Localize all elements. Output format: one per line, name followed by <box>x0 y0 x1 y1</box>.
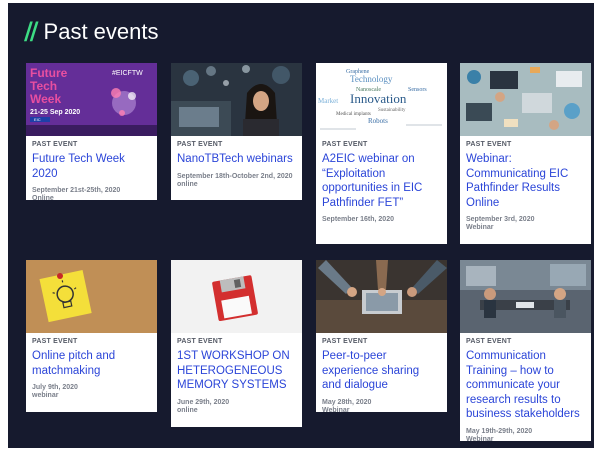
future-tech-week-image: Future Tech Week 21-25 Sep 2020 EIC #EIC… <box>26 63 157 136</box>
event-tag: PAST EVENT <box>32 338 151 345</box>
event-tag: PAST EVENT <box>177 141 296 148</box>
event-card-future-tech-week[interactable]: Future Tech Week 21-25 Sep 2020 EIC #EIC… <box>26 63 157 200</box>
thumb-line3: Week <box>30 92 61 106</box>
event-title-link[interactable]: Online pitch and matchmaking <box>32 349 151 378</box>
event-card-peer-to-peer[interactable]: PAST EVENT Peer-to-peer experience shari… <box>316 260 447 412</box>
page-title: Past events <box>44 19 159 45</box>
word-cloud-image: Graphene Technology Nanoscale Sensors In… <box>316 63 447 136</box>
floppy-disk-image <box>171 260 302 333</box>
woman-with-lights-image <box>171 63 302 136</box>
thumb-line2: Tech <box>30 79 57 93</box>
cloud-word: Medical implants <box>336 112 371 117</box>
event-card-a2eic-webinar[interactable]: Graphene Technology Nanoscale Sensors In… <box>316 63 447 244</box>
event-tag: PAST EVENT <box>466 338 585 345</box>
event-location: Online <box>32 195 151 202</box>
event-title-link[interactable]: Future Tech Week 2020 <box>32 152 151 181</box>
event-tag: PAST EVENT <box>466 141 585 148</box>
thumb-badge: EIC <box>34 117 41 122</box>
event-date: June 29th, 2020 <box>177 399 296 406</box>
event-date: July 9th, 2020 <box>32 384 151 391</box>
event-location: Webinar <box>466 436 585 443</box>
event-title-link[interactable]: NanoTBTech webinars <box>177 152 296 167</box>
event-date: September 16th, 2020 <box>322 216 441 223</box>
cloud-word: Sensors <box>408 87 427 93</box>
event-tag: PAST EVENT <box>322 141 441 148</box>
cloud-word: Technology <box>350 74 393 84</box>
event-location: online <box>177 181 296 188</box>
event-location: online <box>177 407 296 414</box>
thumb-hashtag: #EICFTW <box>112 70 143 77</box>
thumb-line1: Future <box>30 66 68 80</box>
event-thumbnail[interactable] <box>460 260 591 333</box>
cloud-word: Sustainability <box>378 108 406 113</box>
event-title-link[interactable]: Webinar: Communicating EIC Pathfinder Re… <box>466 152 585 210</box>
event-thumbnail[interactable] <box>26 260 157 333</box>
event-title-link[interactable]: Communication Training – how to communic… <box>466 349 585 422</box>
slashes-icon: // <box>24 17 36 45</box>
event-date: May 19th-29th, 2020 <box>466 428 585 435</box>
sticky-note-lightbulb-image <box>26 260 157 333</box>
cloud-word: Market <box>318 97 338 105</box>
event-date: September 3rd, 2020 <box>466 216 585 223</box>
event-thumbnail[interactable]: Future Tech Week 21-25 Sep 2020 EIC #EIC… <box>26 63 157 136</box>
thumb-dates: 21-25 Sep 2020 <box>30 109 80 116</box>
event-card-communication-training[interactable]: PAST EVENT Communication Training – how … <box>460 260 591 441</box>
event-date: September 21st-25th, 2020 <box>32 187 151 194</box>
event-tag: PAST EVENT <box>322 338 441 345</box>
event-thumbnail[interactable] <box>316 260 447 333</box>
event-thumbnail[interactable] <box>460 63 591 136</box>
event-tag: PAST EVENT <box>32 141 151 148</box>
cloud-word: Robots <box>368 117 388 125</box>
event-thumbnail[interactable]: Graphene Technology Nanoscale Sensors In… <box>316 63 447 136</box>
event-card-online-pitch[interactable]: PAST EVENT Online pitch and matchmaking … <box>26 260 157 412</box>
hands-on-laptop-image <box>316 260 447 333</box>
office-meeting-image <box>460 260 591 333</box>
event-location: Webinar <box>322 407 441 414</box>
event-card-workshop-memory[interactable]: PAST EVENT 1ST WORKSHOP ON HETEROGENEOUS… <box>171 260 302 427</box>
event-date: September 18th-October 2nd, 2020 <box>177 173 296 180</box>
event-date: May 28th, 2020 <box>322 399 441 406</box>
event-title-link[interactable]: A2EIC webinar on “Exploitation opportuni… <box>322 152 441 210</box>
cloud-word: Innovation <box>350 91 407 106</box>
event-location: Webinar <box>466 224 585 231</box>
event-title-link[interactable]: 1ST WORKSHOP ON HETEROGENEOUS MEMORY SYS… <box>177 349 296 393</box>
event-card-nanotbtech[interactable]: PAST EVENT NanoTBTech webinars September… <box>171 63 302 200</box>
past-events-panel: // Past events Future Tech Week 21-25 Se… <box>8 3 594 448</box>
event-title-link[interactable]: Peer-to-peer experience sharing and dial… <box>322 349 441 393</box>
event-tag: PAST EVENT <box>177 338 296 345</box>
event-card-communicating-eic[interactable]: PAST EVENT Webinar: Communicating EIC Pa… <box>460 63 591 244</box>
event-thumbnail[interactable] <box>171 260 302 333</box>
event-location: webinar <box>32 392 151 399</box>
event-thumbnail[interactable] <box>171 63 302 136</box>
section-heading: // Past events <box>24 17 158 45</box>
team-laptops-image <box>460 63 591 136</box>
